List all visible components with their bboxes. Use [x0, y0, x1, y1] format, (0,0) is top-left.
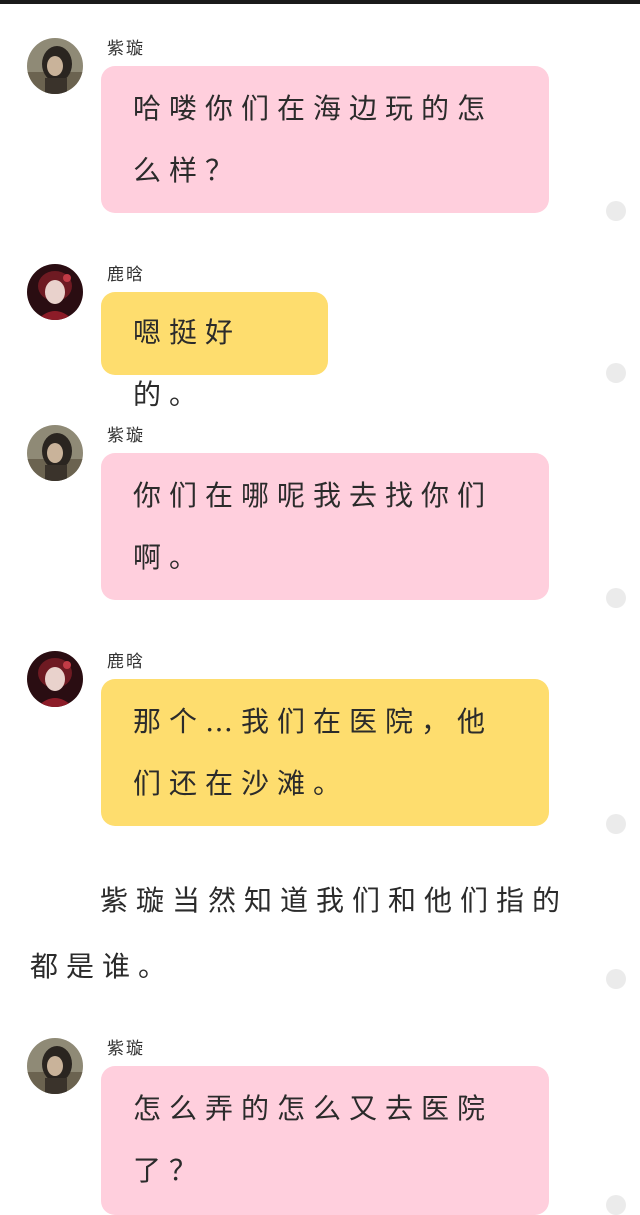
message-status-dot [606, 1195, 626, 1215]
avatar-zixuan[interactable] [27, 38, 83, 94]
sender-name: 鹿晗 [107, 265, 145, 285]
girl-dark-avatar-icon [27, 425, 83, 481]
avatar-luhan[interactable] [27, 651, 83, 707]
boy-red-avatar-icon [27, 264, 83, 320]
message-bubble[interactable]: 嗯挺好的。 [101, 292, 328, 411]
girl-dark-avatar-icon [27, 1038, 83, 1094]
boy-red-avatar-icon [27, 651, 83, 707]
sender-name: 紫璇 [107, 39, 145, 59]
message-bubble[interactable]: 哈喽你们在海边玩的怎么样？ [101, 66, 549, 213]
sender-name: 紫璇 [107, 1039, 145, 1059]
narration-status-dot [606, 969, 626, 989]
sender-name: 鹿晗 [107, 652, 145, 672]
status-bar [0, 0, 640, 4]
message-status-dot [606, 201, 626, 221]
girl-dark-avatar-icon [27, 38, 83, 94]
message-bubble[interactable]: 你们在哪呢我去找你们啊。 [101, 453, 549, 600]
message-status-dot [606, 814, 626, 834]
avatar-zixuan[interactable] [27, 1038, 83, 1094]
message-status-dot [606, 363, 626, 383]
avatar-luhan[interactable] [27, 264, 83, 320]
message-status-dot [606, 588, 626, 608]
sender-name: 紫璇 [107, 426, 145, 446]
narration-text: 紫璇当然知道我们和他们指的都是谁。 [30, 884, 569, 983]
message-bubble[interactable]: 怎么弄的怎么又去医院了？ [101, 1066, 549, 1215]
message-bubble[interactable]: 那个…我们在医院，他们还在沙滩。 [101, 679, 549, 826]
avatar-zixuan[interactable] [27, 425, 83, 481]
